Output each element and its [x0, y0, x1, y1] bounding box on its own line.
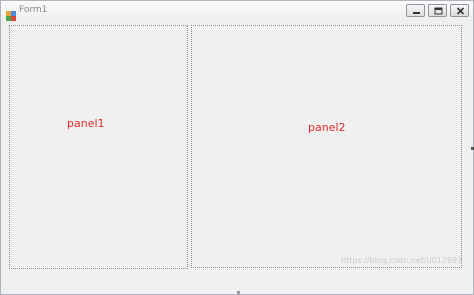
restore-icon: [434, 7, 443, 15]
close-button[interactable]: [450, 4, 469, 17]
app-icon: [6, 6, 16, 21]
panel2-label: panel2: [308, 121, 346, 134]
panel1-label: panel1: [67, 117, 105, 130]
minimize-button[interactable]: [406, 4, 425, 17]
client-area: panel1 panel2: [1, 21, 473, 294]
close-icon: [456, 7, 465, 15]
maximize-button[interactable]: [428, 4, 447, 17]
watermark-text: https://blog.csdn.net/u012993: [341, 256, 463, 265]
panel1[interactable]: panel1: [9, 25, 188, 269]
window-title: Form1: [19, 5, 48, 15]
form-window: Form1 panel1 panel2 https://blog.csdn.ne: [0, 0, 474, 295]
title-bar[interactable]: Form1: [1, 1, 473, 21]
minimize-icon: [413, 12, 420, 14]
resize-handle-bottom[interactable]: [237, 291, 240, 294]
panel2[interactable]: panel2: [191, 25, 462, 268]
